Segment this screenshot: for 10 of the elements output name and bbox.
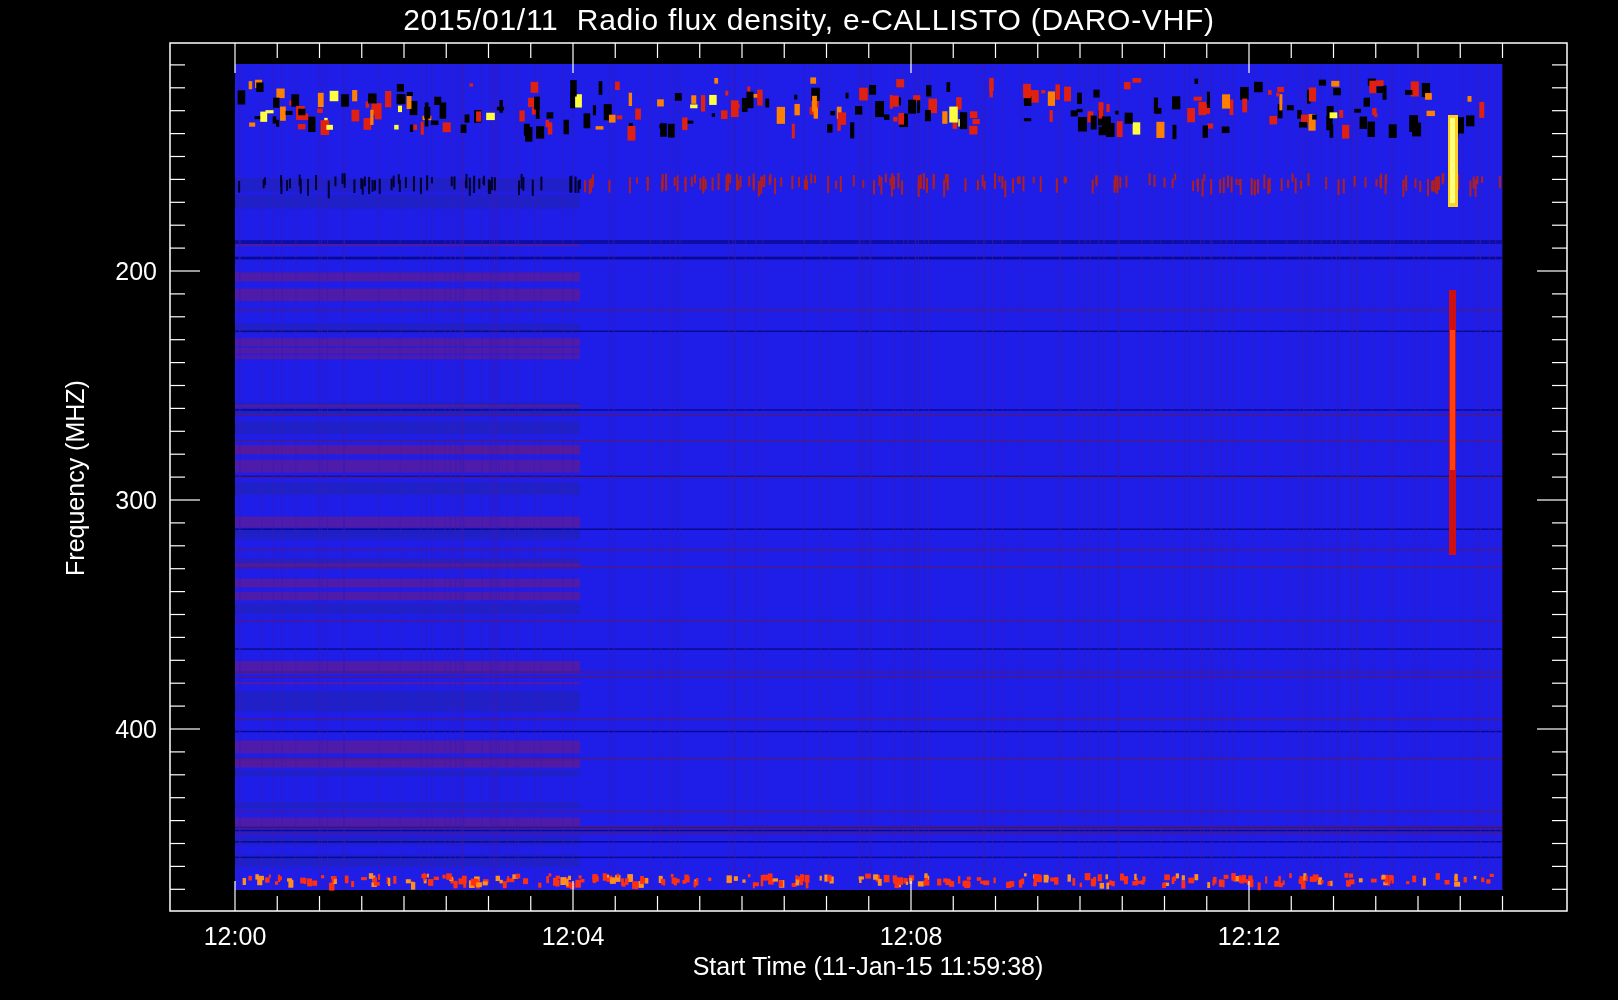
y-tick-label: 400 xyxy=(115,715,157,743)
x-axis-label: Start Time (11-Jan-15 11:59:38) xyxy=(692,952,1044,980)
y-tick-label: 300 xyxy=(115,486,157,514)
x-tick-label: 12:08 xyxy=(879,922,943,950)
chart-title: 2015/01/11 Radio flux density, e-CALLISTO (DARO-VHF) xyxy=(403,2,1215,38)
x-tick-label: 12:12 xyxy=(1217,922,1281,950)
x-tick-label: 12:04 xyxy=(541,922,605,950)
y-axis-label: Frequency (MHZ) xyxy=(61,380,89,576)
x-tick-label: 12:00 xyxy=(203,922,267,950)
y-tick-label: 200 xyxy=(115,257,157,285)
